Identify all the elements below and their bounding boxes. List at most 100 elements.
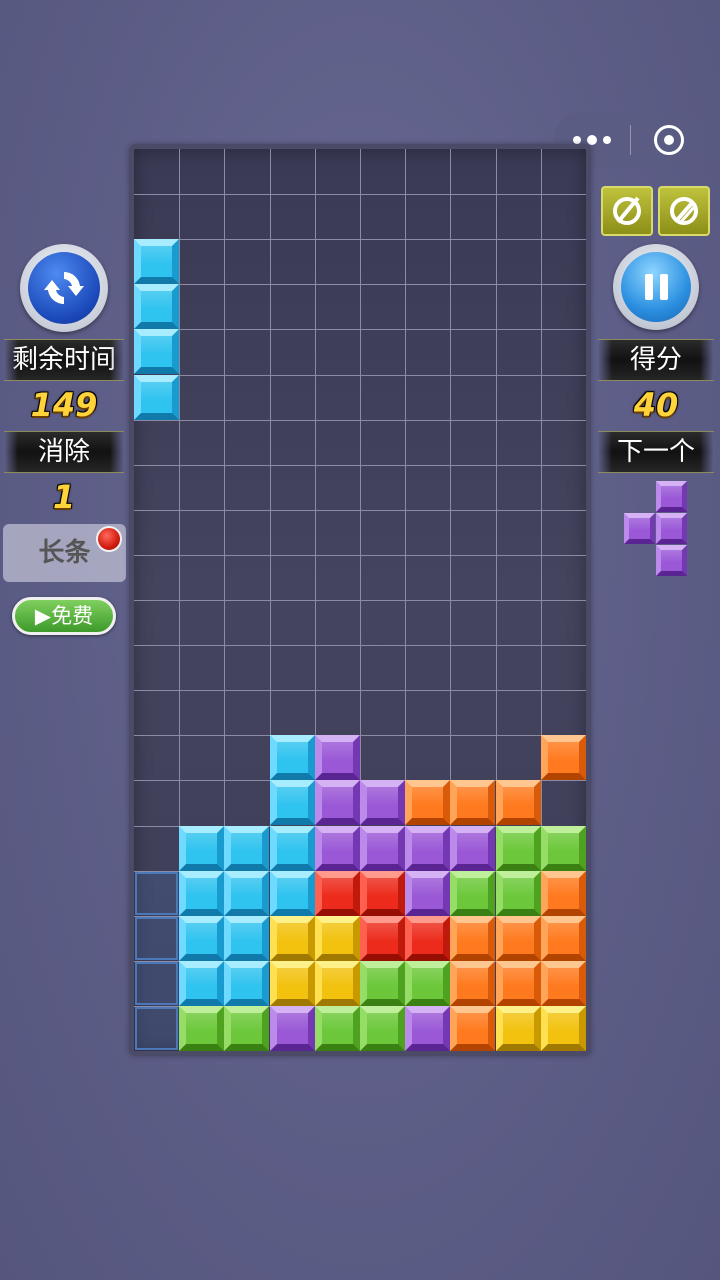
ghost-cell: [134, 1006, 179, 1051]
board-cell: [541, 1006, 586, 1051]
cyan-block: [134, 329, 179, 374]
pause-button[interactable]: [613, 244, 699, 330]
purple-block: [360, 780, 405, 825]
board-cell: [224, 871, 269, 916]
cyan-block: [179, 826, 224, 871]
purple-block: [360, 826, 405, 871]
board-cell: [541, 961, 586, 1006]
cyan-block: [179, 916, 224, 961]
score-value: 40: [633, 386, 679, 424]
board-cell: [405, 826, 450, 871]
orange-block: [541, 961, 586, 1006]
purple-block: [405, 1006, 450, 1051]
powerup-long-bar[interactable]: 长条: [3, 524, 126, 582]
notification-dot: [96, 526, 122, 552]
orange-block: [541, 871, 586, 916]
cyan-block: [270, 826, 315, 871]
yellow-block: [315, 916, 360, 961]
board-cell: [360, 961, 405, 1006]
cyan-block: [224, 826, 269, 871]
board-cell: [270, 826, 315, 871]
sound-off-icon: [613, 196, 641, 225]
board-cell: [179, 916, 224, 961]
cyan-block: [270, 780, 315, 825]
board-cell: [541, 871, 586, 916]
green-block: [179, 1006, 224, 1051]
free-button[interactable]: ▶免费: [12, 597, 116, 635]
lines-value: 1: [52, 478, 76, 516]
orange-block: [541, 735, 586, 780]
target-circle-icon[interactable]: [631, 112, 706, 168]
cyan-block: [224, 961, 269, 1006]
green-block: [224, 1006, 269, 1051]
board-cell: [405, 961, 450, 1006]
active-piece-cell: [134, 284, 179, 329]
board-cell: [405, 1006, 450, 1051]
cyan-block: [270, 871, 315, 916]
board-cell: [270, 961, 315, 1006]
orange-block: [496, 916, 541, 961]
board-cell: [541, 826, 586, 871]
purple-block: [624, 513, 655, 544]
time-value: 149: [30, 386, 98, 424]
lines-label: 消除: [4, 432, 124, 472]
ghost-cell: [134, 961, 179, 1006]
orange-block: [450, 1006, 495, 1051]
red-block: [360, 871, 405, 916]
refresh-arrows-icon: [28, 252, 100, 324]
yellow-block: [496, 1006, 541, 1051]
board-cell: [541, 735, 586, 780]
cyan-block: [134, 239, 179, 284]
board-cell: [496, 916, 541, 961]
green-block: [496, 871, 541, 916]
board-cell: [315, 826, 360, 871]
restart-button[interactable]: [20, 244, 108, 332]
board-cell: [224, 961, 269, 1006]
next-label: 下一个: [598, 432, 714, 472]
board-cell: [496, 871, 541, 916]
green-block: [496, 826, 541, 871]
sound-toggle-button[interactable]: [601, 186, 653, 236]
board-cell: [224, 916, 269, 961]
cyan-block: [179, 871, 224, 916]
board-cell: [496, 826, 541, 871]
board-cell: [496, 1006, 541, 1051]
yellow-block: [270, 916, 315, 961]
powerup-label: 长条: [38, 538, 91, 568]
next-piece-cell: [656, 545, 687, 576]
purple-block: [450, 826, 495, 871]
board-cell: [270, 735, 315, 780]
orange-block: [496, 961, 541, 1006]
orange-block: [541, 916, 586, 961]
score-label: 得分: [598, 340, 714, 380]
red-block: [315, 871, 360, 916]
cyan-block: [134, 284, 179, 329]
time-label: 剩余时间: [4, 340, 124, 380]
ghost-cell: [134, 871, 179, 916]
green-block: [541, 826, 586, 871]
active-piece-cell: [134, 239, 179, 284]
board-cell: [450, 780, 495, 825]
yellow-block: [541, 1006, 586, 1051]
board-cell: [179, 961, 224, 1006]
orange-block: [450, 916, 495, 961]
cyan-block: [224, 871, 269, 916]
board-cell: [270, 780, 315, 825]
board-cell: [179, 826, 224, 871]
music-off-icon: [670, 197, 698, 225]
ghost-cell: [134, 916, 179, 961]
yellow-block: [315, 961, 360, 1006]
ghost-block: [135, 872, 178, 915]
board-cell: [315, 735, 360, 780]
board-cell: [315, 1006, 360, 1051]
board-cell: [405, 871, 450, 916]
board-cell: [405, 916, 450, 961]
game-board[interactable]: [129, 144, 591, 1056]
music-toggle-button[interactable]: [658, 186, 710, 236]
orange-block: [450, 780, 495, 825]
board-cell: [360, 826, 405, 871]
board-cell: [360, 916, 405, 961]
next-piece-cell: [656, 513, 687, 544]
board-cell: [315, 871, 360, 916]
board-cell: [270, 1006, 315, 1051]
